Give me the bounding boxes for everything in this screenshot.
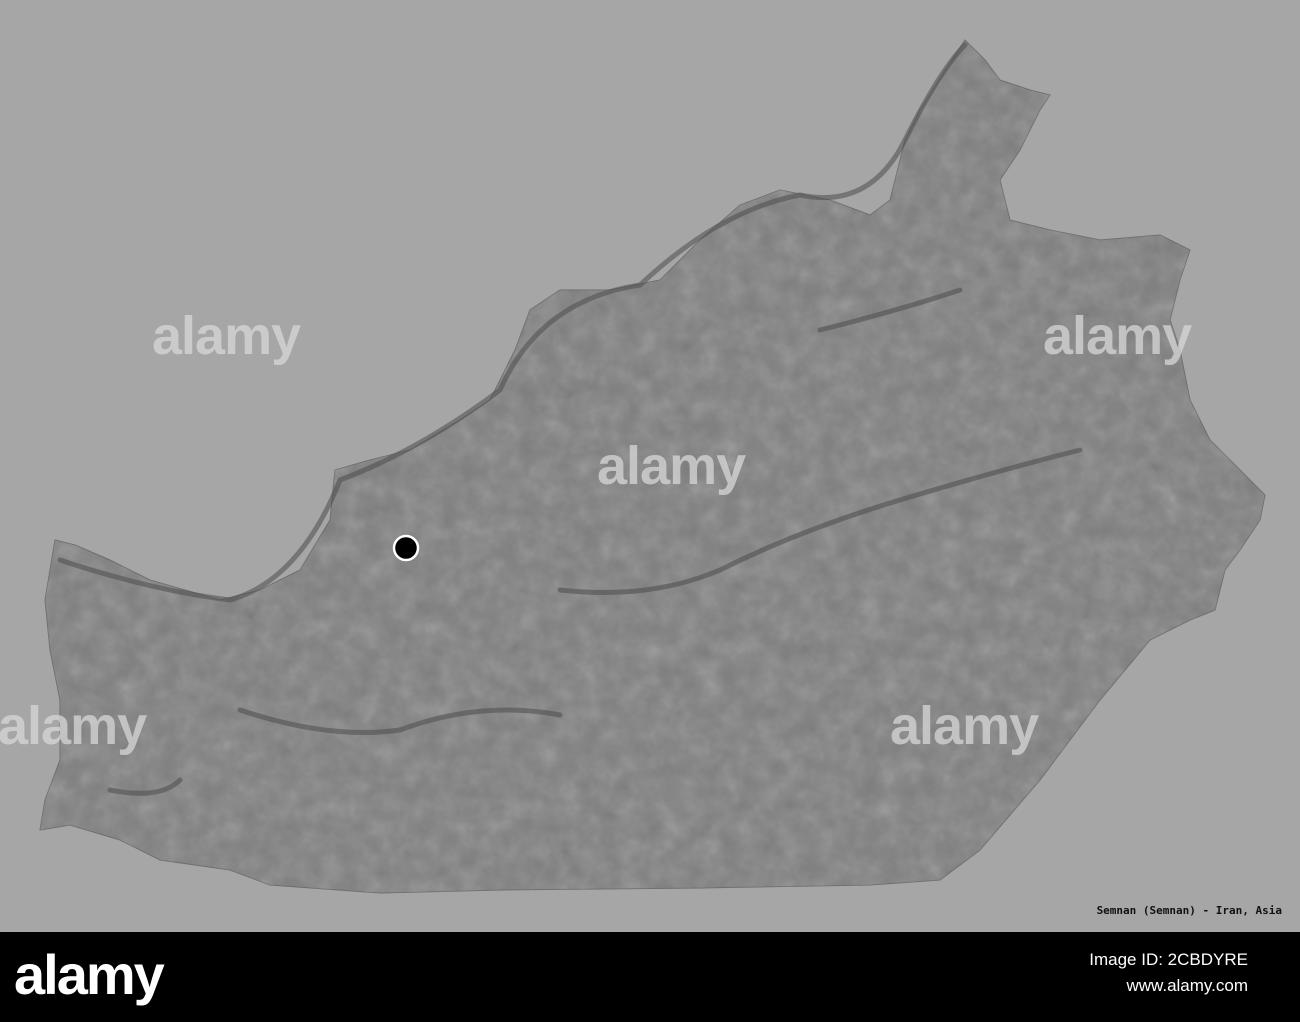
watermark: alamy	[152, 306, 301, 366]
capital-marker	[392, 534, 420, 562]
alamy-logo: alamy	[14, 943, 165, 1006]
watermark: alamy	[597, 436, 746, 496]
image-id: Image ID: 2CBDYRE	[1089, 950, 1248, 969]
watermark: alamy	[0, 696, 147, 756]
stock-banner: alamy Image ID: 2CBDYRE www.alamy.com	[0, 932, 1300, 1022]
watermark: alamy	[890, 696, 1039, 756]
site-url: www.alamy.com	[1126, 976, 1248, 995]
watermark: alamy	[1043, 306, 1192, 366]
map-caption: Semnan (Semnan) - Iran, Asia	[1096, 904, 1282, 917]
